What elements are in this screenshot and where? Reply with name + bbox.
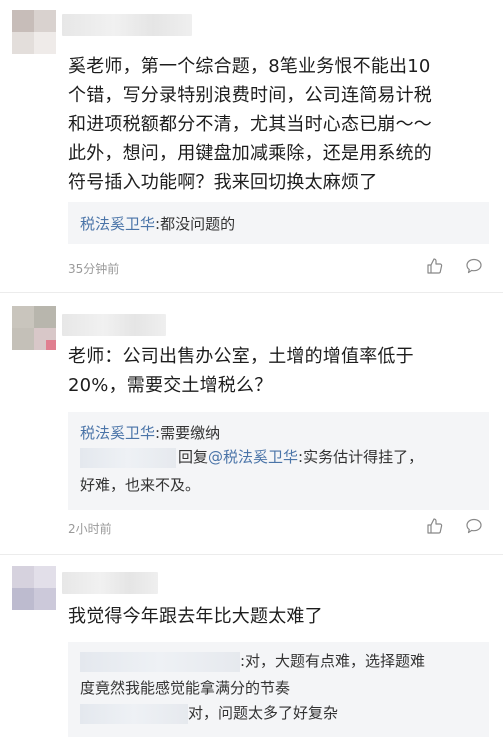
reply-box: :对，大题有点难，选择题难 度竟然我能感觉能拿满分的节奏 对，问题太多了好复杂: [68, 642, 489, 737]
reply-text-continuation: 好难，也来不及。: [80, 476, 201, 494]
avatar[interactable]: [12, 566, 56, 610]
reply-text: 对，问题太多了好复杂: [188, 704, 339, 722]
reply-item: 回复@税法奚卫华:实务估计得挂了，: [80, 446, 423, 468]
reply-author-link[interactable]: 税法奚卫华: [80, 424, 155, 442]
username-blurred: [62, 14, 192, 36]
reply-text: :对，大题有点难，选择题难: [240, 652, 426, 670]
reply-item: 税法奚卫华:都没问题的: [80, 215, 236, 233]
avatar[interactable]: [12, 10, 56, 54]
reply-box: 税法奚卫华:都没问题的: [68, 202, 489, 244]
reply-item: 对，问题太多了好复杂: [80, 702, 338, 724]
reply-item: 税法奚卫华:需要缴纳: [80, 424, 221, 442]
reply-item: :对，大题有点难，选择题难: [80, 650, 425, 672]
reply-box: 税法奚卫华:需要缴纳 回复@税法奚卫华:实务估计得挂了， 好难，也来不及。: [68, 412, 489, 510]
username-blurred: [80, 703, 188, 724]
avatar[interactable]: [12, 306, 56, 350]
reply-text: 都没问题的: [160, 215, 236, 233]
comment-text: 奚老师，第一个综合题，8笔业务恨不能出10 个错，写分录特别浪费时间，公司连简易…: [68, 56, 432, 193]
timestamp: 35分钟前: [68, 262, 120, 276]
thumbs-up-icon[interactable]: [426, 517, 444, 535]
username-blurred: [80, 447, 176, 468]
reply-text-continuation: 度竟然我能感觉能拿满分的节奏: [80, 679, 291, 697]
comment-bubble-icon[interactable]: [465, 517, 483, 535]
thumbs-up-icon[interactable]: [426, 257, 444, 275]
username-blurred: [80, 651, 240, 672]
comment-2: 老师：公司出售办公室，土增的增值率低于 20%，需要交土增税么？ 税法奚卫华:需…: [0, 300, 503, 550]
comment-text: 我觉得今年跟去年比大题太难了: [68, 606, 323, 627]
reply-text: 实务估计得挂了，: [303, 448, 424, 466]
comment-text: 老师：公司出售办公室，土增的增值率低于 20%，需要交土增税么？: [68, 346, 414, 396]
reply-author-link[interactable]: @税法奚卫华: [208, 448, 298, 466]
divider: [0, 554, 503, 555]
username-blurred: [62, 572, 158, 594]
reply-author-link[interactable]: 税法奚卫华: [80, 215, 155, 233]
timestamp: 2小时前: [68, 522, 112, 536]
username-blurred: [62, 314, 166, 336]
comment-bubble-icon[interactable]: [465, 257, 483, 275]
reply-text: 需要缴纳: [160, 424, 221, 442]
comment-3: 我觉得今年跟去年比大题太难了 :对，大题有点难，选择题难 度竟然我能感觉能拿满分…: [0, 560, 503, 737]
divider: [0, 292, 503, 293]
comment-1: 奚老师，第一个综合题，8笔业务恨不能出10 个错，写分录特别浪费时间，公司连简易…: [0, 0, 503, 290]
